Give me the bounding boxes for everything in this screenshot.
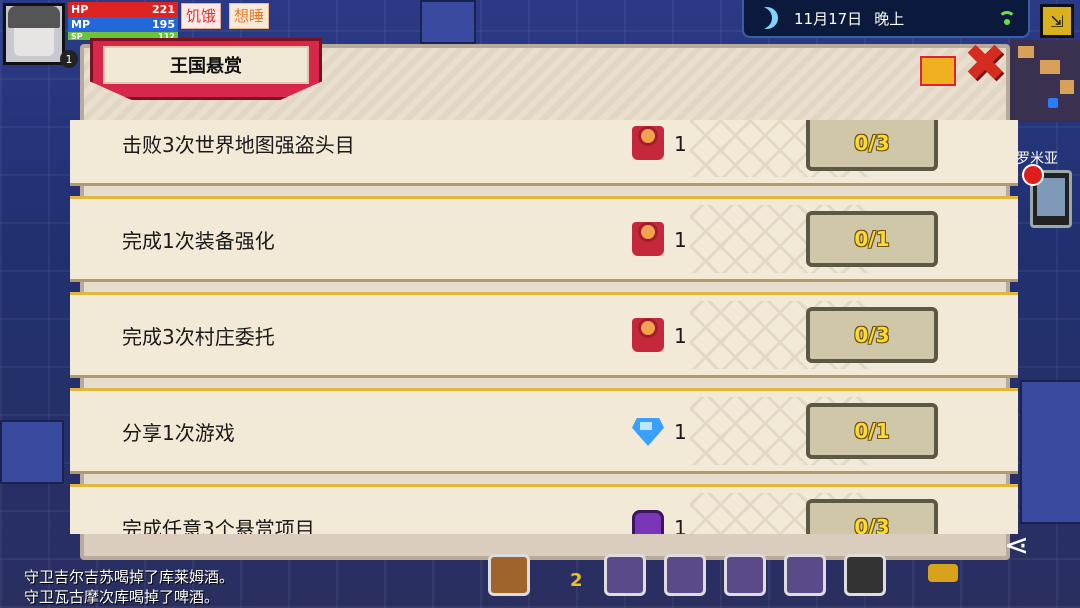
chat-line: 守卫瓦古摩次库喝掉了啤酒。 [24, 588, 220, 606]
skill-slot-icon[interactable] [604, 554, 646, 596]
diamond-icon [632, 414, 664, 448]
minimap[interactable] [1010, 40, 1080, 122]
scroll-icon[interactable] [784, 554, 826, 596]
reward-quantity: 1 [674, 324, 687, 348]
hp-bar: HP 221 [68, 2, 178, 17]
sp-label: SP [71, 32, 83, 40]
panel-title: 王国悬赏 [103, 46, 309, 84]
background-tile [420, 0, 476, 44]
bounty-task-text: 分享1次游戏 [122, 420, 235, 445]
status-hungry-badge[interactable]: 饥饿 [181, 3, 222, 29]
key-icon [928, 564, 958, 582]
chat-line: 守卫吉尔吉苏喝掉了库莱姆酒。 [24, 568, 235, 586]
wifi-icon [998, 11, 1016, 25]
guard-icon[interactable] [724, 554, 766, 596]
gift-box-icon [920, 56, 956, 86]
expand-icon: ⇲ [1050, 11, 1064, 31]
time-of-day-text: 晚上 [874, 9, 905, 28]
slot-number: 2 [570, 570, 583, 591]
bounty-row[interactable]: 完成1次装备强化 1 0/1 [70, 196, 1018, 282]
arrow-icon[interactable] [844, 554, 886, 596]
bounty-row[interactable]: 击败3次世界地图强盗头目 1 0/3 [70, 120, 1018, 186]
bounty-row[interactable]: 分享1次游戏 1 0/1 [70, 388, 1018, 474]
bounty-task-text: 完成3次村庄委托 [122, 324, 275, 349]
close-button[interactable]: ✖ [963, 38, 1007, 90]
reward-quantity: 1 [674, 132, 687, 156]
panel-title-plate: 王国悬赏 [90, 38, 322, 100]
chest-icon [632, 510, 664, 534]
progress-button[interactable]: 0/3 [806, 307, 938, 363]
notification-dot-icon [1022, 164, 1044, 186]
bounty-row[interactable]: 完成任意3个悬赏项目 1 0/3 [70, 484, 1018, 534]
hp-label: HP [71, 3, 89, 16]
reward-quantity: 1 [674, 228, 687, 252]
mp-label: MP [71, 18, 91, 31]
background-tile [0, 420, 64, 484]
medal-icon [632, 222, 664, 256]
medal-icon [632, 318, 664, 352]
map-toggle-button[interactable]: ⇲ [1040, 4, 1074, 38]
medal-icon [632, 126, 664, 160]
hp-value: 221 [152, 3, 175, 16]
progress-button[interactable]: 0/3 [806, 120, 938, 171]
shield-icon[interactable] [664, 554, 706, 596]
player-portrait [8, 6, 60, 56]
bounty-list[interactable]: 击败3次世界地图强盗头目 1 0/3 完成1次装备强化 1 0/1 完成3次村庄… [70, 120, 1018, 534]
bounty-task-text: 击败3次世界地图强盗头目 [122, 132, 355, 157]
minimap-room [1040, 60, 1060, 74]
minimap-room [1060, 80, 1074, 94]
reward-quantity: 1 [674, 516, 687, 534]
background-tile [1020, 380, 1080, 524]
progress-button[interactable]: 0/1 [806, 211, 938, 267]
time-bar: 11月17日 晚上 [742, 0, 1030, 38]
mp-value: 195 [152, 18, 175, 31]
reward-quantity: 1 [674, 420, 687, 444]
minimap-room [1018, 46, 1034, 58]
moon-icon [756, 7, 778, 29]
status-sleepy-badge[interactable]: 想睡 [229, 3, 270, 29]
progress-button[interactable]: 0/3 [806, 499, 938, 534]
bounty-task-text: 完成1次装备强化 [122, 228, 275, 253]
bounty-row[interactable]: 完成3次村庄委托 1 0/3 [70, 292, 1018, 378]
backpack-icon[interactable] [488, 554, 530, 596]
mp-bar: MP 195 [68, 17, 178, 32]
player-avatar[interactable] [3, 3, 65, 65]
close-icon: ✖ [963, 34, 1007, 94]
bounty-task-text: 完成任意3个悬赏项目 [122, 516, 315, 535]
minimap-player-marker [1048, 98, 1058, 108]
progress-button[interactable]: 0/1 [806, 403, 938, 459]
player-level-badge: 1 [60, 50, 78, 68]
date-text: 11月17日 [794, 9, 863, 28]
share-icon[interactable]: ⋖ [1004, 528, 1040, 584]
